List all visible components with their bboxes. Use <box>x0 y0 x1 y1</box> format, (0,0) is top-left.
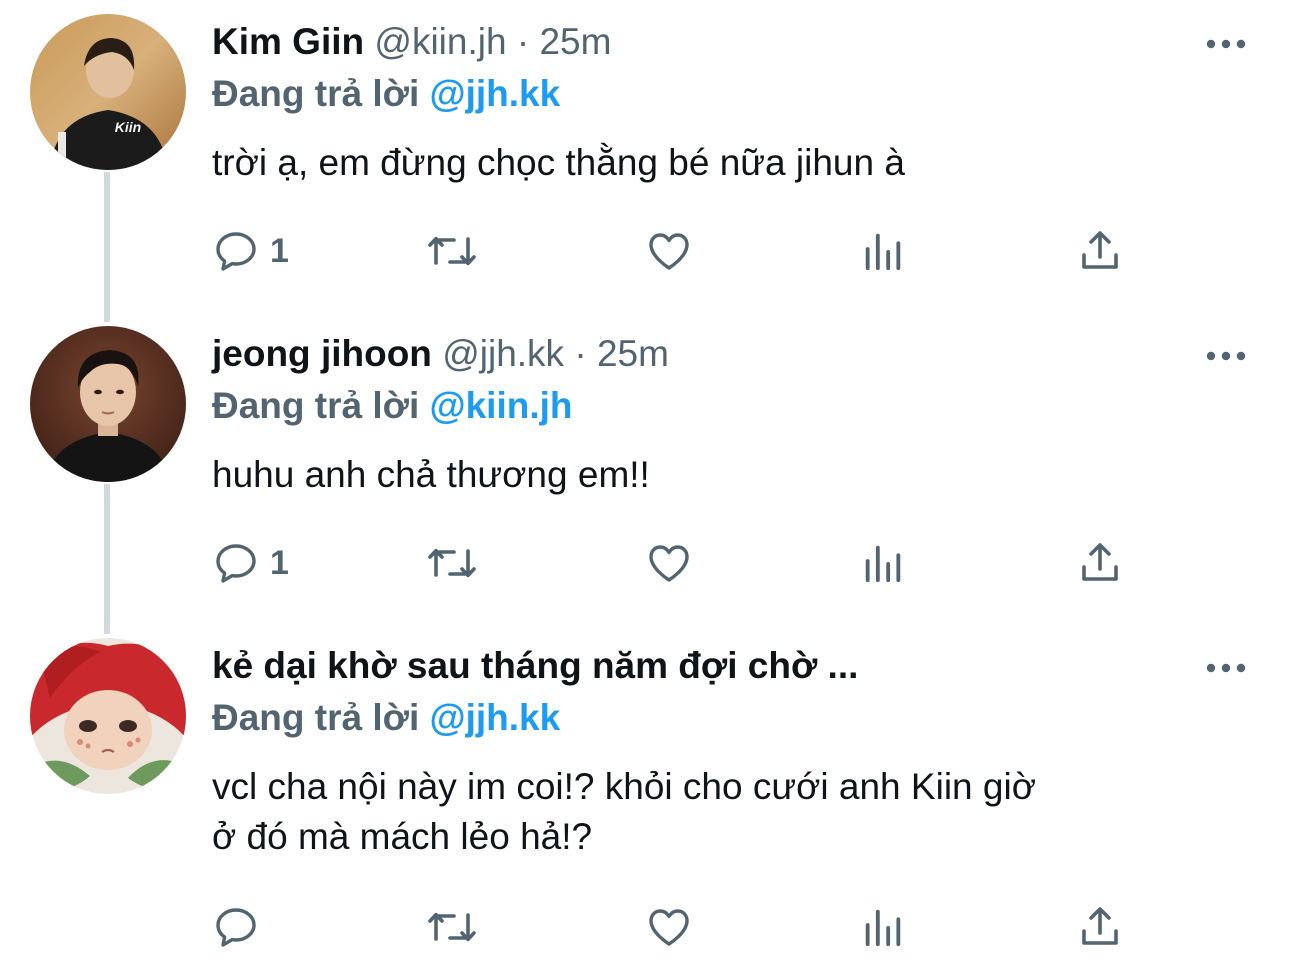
share-button[interactable] <box>1076 902 1124 952</box>
tweet-actions: 1 <box>212 538 1142 588</box>
views-button[interactable] <box>860 538 906 588</box>
more-options-icon[interactable] <box>1206 336 1246 376</box>
avatar-doll-image <box>30 638 186 794</box>
tweet-1[interactable]: Kiin Kim Giin @kiin.jh · 25m Đang trả lờ… <box>0 0 1290 300</box>
user-handle[interactable]: @jjh.kk <box>442 333 564 374</box>
mention-link[interactable]: @jjh.kk <box>430 73 561 114</box>
like-button[interactable] <box>644 902 694 952</box>
views-button[interactable] <box>860 226 906 276</box>
retweet-button[interactable] <box>424 902 480 952</box>
tweet-header: kẻ dại khờ sau tháng năm đợi chờ ... <box>212 640 1250 692</box>
svg-text:Kiin: Kiin <box>115 119 141 135</box>
tweet-text-line: vcl cha nội này im coi!? khỏi cho cưới a… <box>212 766 1036 807</box>
tweet-2[interactable]: jeong jihoon @jjh.kk · 25m Đang trả lời … <box>0 312 1290 612</box>
replying-to: Đang trả lời @kiin.jh <box>212 380 1250 432</box>
replying-label: Đang trả lời <box>212 73 420 114</box>
like-icon <box>649 909 689 946</box>
user-handle[interactable]: @kiin.jh <box>374 21 506 62</box>
reply-icon <box>216 232 256 271</box>
timestamp[interactable]: 25m <box>597 333 669 374</box>
name-truncation: ... <box>827 645 859 686</box>
avatar[interactable] <box>30 638 186 794</box>
views-icon <box>865 909 901 947</box>
tweet-actions <box>212 902 1142 952</box>
share-button[interactable] <box>1076 538 1124 588</box>
reply-icon <box>216 908 256 947</box>
tweet-header: Kim Giin @kiin.jh · 25m <box>212 16 1250 68</box>
mention-link[interactable]: @jjh.kk <box>430 697 561 738</box>
replying-label: Đang trả lời <box>212 385 420 426</box>
more-options-icon[interactable] <box>1206 24 1246 64</box>
retweet-icon <box>428 236 476 266</box>
views-icon <box>865 545 901 583</box>
avatar-jihoon-image <box>30 326 186 482</box>
views-icon <box>865 233 901 271</box>
tweet-text: huhu anh chả thương em!! <box>212 454 650 495</box>
like-button[interactable] <box>644 538 694 588</box>
tweet-text: trời ạ, em đừng chọc thằng bé nữa jihun … <box>212 142 905 183</box>
reply-icon <box>216 544 256 583</box>
retweet-icon <box>428 912 476 942</box>
reply-button[interactable]: 1 <box>212 226 289 276</box>
like-icon <box>649 545 689 582</box>
retweet-button[interactable] <box>424 538 480 588</box>
tweet-actions: 1 <box>212 226 1142 276</box>
retweet-button[interactable] <box>424 226 480 276</box>
timestamp[interactable]: 25m <box>539 21 611 62</box>
share-icon <box>1082 543 1118 581</box>
tweet-text-line: ở đó mà mách lẻo hả!? <box>212 816 593 857</box>
share-icon <box>1082 907 1118 945</box>
retweet-icon <box>428 548 476 578</box>
reply-count: 1 <box>270 231 289 270</box>
mention-link[interactable]: @kiin.jh <box>430 385 573 426</box>
avatar-kiin-image: Kiin <box>30 14 186 170</box>
separator-dot: · <box>574 333 587 374</box>
replying-to: Đang trả lời @jjh.kk <box>212 692 1250 744</box>
display-name[interactable]: Kim Giin <box>212 21 364 62</box>
avatar[interactable]: Kiin <box>30 14 186 170</box>
more-options-icon[interactable] <box>1206 648 1246 688</box>
share-button[interactable] <box>1076 226 1124 276</box>
replying-label: Đang trả lời <box>212 697 420 738</box>
share-icon <box>1082 231 1118 269</box>
separator-dot: · <box>516 21 530 62</box>
display-name[interactable]: jeong jihoon <box>212 333 432 374</box>
like-icon <box>649 233 689 270</box>
reply-button[interactable]: 1 <box>212 538 289 588</box>
reply-count: 1 <box>270 543 289 582</box>
reply-thread: Kiin Kim Giin @kiin.jh · 25m Đang trả lờ… <box>0 0 1290 971</box>
tweet-text: vcl cha nội này im coi!? khỏi cho cưới a… <box>212 762 1250 862</box>
display-name[interactable]: kẻ dại khờ sau tháng năm đợi chờ <box>212 645 817 686</box>
replying-to: Đang trả lời @jjh.kk <box>212 68 1250 120</box>
avatar[interactable] <box>30 326 186 482</box>
tweet-header: jeong jihoon @jjh.kk · 25m <box>212 328 1250 380</box>
like-button[interactable] <box>644 226 694 276</box>
views-button[interactable] <box>860 902 906 952</box>
reply-button[interactable] <box>212 902 260 952</box>
tweet-3[interactable]: kẻ dại khờ sau tháng năm đợi chờ ... Đan… <box>0 624 1290 971</box>
